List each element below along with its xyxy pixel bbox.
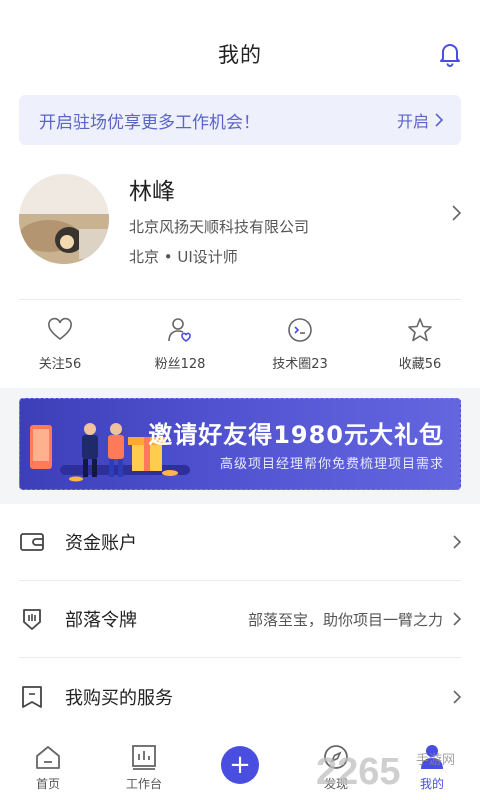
bookmark-icon: [22, 685, 42, 708]
tab-add[interactable]: +: [200, 742, 280, 784]
menu-item-tribe-token[interactable]: 部落令牌 部落至宝，助你项目一臂之力: [19, 581, 461, 658]
tab-discover[interactable]: 发现: [296, 742, 376, 792]
tab-workbench-label: 工作台: [125, 777, 162, 791]
tab-profile-label: 我的: [419, 777, 444, 791]
promo-banner[interactable]: 开启驻场优享更多工作机会！ 开启: [19, 95, 461, 145]
profile-card[interactable]: 林峰 北京风扬天顺科技有限公司 北京 • UI设计师: [19, 169, 461, 269]
menu-item-funds-account[interactable]: 资金账户: [19, 504, 461, 581]
stat-fans-label: 粉丝128: [154, 357, 206, 372]
profile-name: 林峰: [129, 178, 175, 205]
tab-home-label: 首页: [35, 777, 60, 791]
heart-icon: [48, 317, 72, 341]
status-bar-area: [0, 0, 480, 28]
promo-text: 开启驻场优享更多工作机会！: [39, 112, 260, 133]
promo-open-button[interactable]: 开启: [397, 108, 443, 132]
workbench-icon: [132, 745, 156, 770]
bell-icon[interactable]: [436, 40, 464, 68]
menu-item-description: 部落至宝，助你项目一臂之力: [247, 610, 443, 629]
promo-open-label: 开启: [396, 112, 429, 131]
stats-row: 关注56 粉丝128 技术圈23 收藏56: [0, 300, 480, 388]
wallet-icon: [20, 533, 44, 551]
profile-location: 北京 • UI设计师: [129, 247, 238, 266]
plus-icon[interactable]: +: [221, 746, 259, 784]
chevron-right-icon: [452, 205, 461, 221]
stat-follow[interactable]: 关注56: [0, 316, 120, 388]
menu-item-label: 我购买的服务: [65, 687, 173, 709]
invite-banner-subtitle: 高级项目经理帮你免费梳理项目需求: [219, 457, 444, 472]
stat-favorites[interactable]: 收藏56: [360, 316, 480, 388]
stat-favorites-label: 收藏56: [398, 357, 442, 372]
tab-profile[interactable]: 我的: [392, 742, 472, 792]
tab-workbench[interactable]: 工作台: [104, 742, 184, 792]
chevron-right-icon: [453, 689, 461, 704]
invite-banner-section: 邀请好友得1980元大礼包 高级项目经理帮你免费梳理项目需求: [0, 388, 480, 504]
fans-icon: [168, 318, 191, 342]
tab-discover-label: 发现: [323, 777, 348, 791]
star-icon: [408, 318, 432, 342]
bottom-tab-bar: 首页 工作台 + 发现 我的: [0, 736, 480, 800]
menu-item-purchased-services[interactable]: 我购买的服务: [19, 658, 461, 735]
profile-company: 北京风扬天顺科技有限公司: [129, 217, 310, 236]
stat-tech-circle-label: 技术圈23: [272, 357, 328, 372]
chevron-right-icon: [453, 535, 461, 549]
terminal-icon: [288, 318, 312, 342]
invite-banner-title: 邀请好友得1980元大礼包: [148, 421, 444, 449]
page-title: 我的: [218, 43, 262, 67]
invite-banner[interactable]: 邀请好友得1980元大礼包 高级项目经理帮你免费梳理项目需求: [19, 398, 461, 490]
stat-fans[interactable]: 粉丝128: [120, 316, 240, 388]
badge-icon: [23, 609, 41, 630]
page-header: 我的: [0, 28, 480, 80]
avatar-image: [19, 174, 109, 264]
discover-icon: [324, 745, 348, 769]
menu-item-label: 部落令牌: [65, 610, 137, 631]
stat-follow-label: 关注56: [38, 357, 82, 372]
menu-item-label: 资金账户: [65, 533, 137, 554]
stat-tech-circle[interactable]: 技术圈23: [240, 316, 360, 388]
avatar[interactable]: [19, 174, 109, 264]
profile-icon: [421, 745, 443, 769]
chevron-right-icon: [453, 612, 461, 626]
tab-home[interactable]: 首页: [8, 742, 88, 792]
chevron-right-icon: [435, 113, 443, 127]
menu-list: 资金账户 部落令牌 部落至宝，助你项目一臂之力 我购买的服务: [19, 504, 461, 735]
home-icon: [36, 746, 60, 769]
